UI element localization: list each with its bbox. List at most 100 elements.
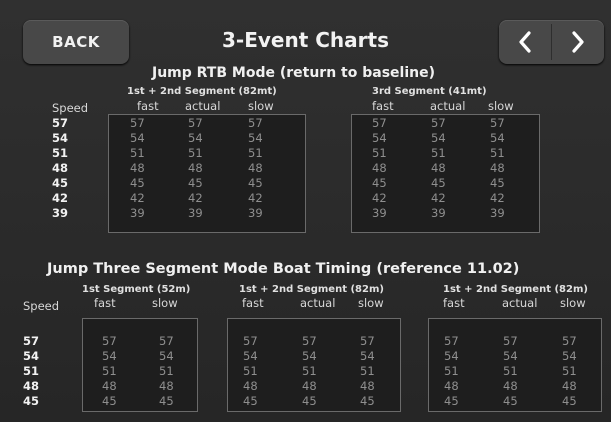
speed-value: 48	[52, 161, 69, 175]
rtb-t1-col-header: fast	[137, 99, 159, 113]
table-cell: 57	[360, 334, 375, 348]
table-cell: 57	[562, 334, 577, 348]
seg-t3-actual-column: 57 54 51 48 45	[503, 334, 518, 409]
rtb-t1-fast-column: 57 54 51 48 45 42 39	[130, 116, 145, 221]
rtb-speed-column: 57 54 51 48 45 42 39	[52, 116, 68, 221]
seg-table-3-label: 1st + 2nd Segment (82m)	[443, 284, 588, 295]
next-button[interactable]	[552, 20, 604, 64]
seg-table-2-label: 1st + 2nd Segment (82m)	[239, 284, 384, 295]
table-cell: 48	[130, 161, 145, 175]
table-cell: 57	[490, 116, 505, 130]
charts-screen: BACK 3-Event Charts Jump RTB Mode (retur…	[0, 0, 611, 422]
table-cell: 45	[562, 394, 577, 408]
table-cell: 48	[562, 379, 577, 393]
seg-t2-col-header: slow	[358, 296, 384, 310]
table-cell: 48	[360, 379, 375, 393]
table-cell: 45	[243, 394, 258, 408]
prev-button[interactable]	[499, 20, 551, 64]
table-cell: 42	[188, 191, 203, 205]
table-cell: 48	[444, 379, 459, 393]
speed-value: 45	[23, 394, 40, 408]
three-seg-section-title: Jump Three Segment Mode Boat Timing (ref…	[47, 261, 520, 277]
table-cell: 54	[562, 349, 577, 363]
table-cell: 54	[130, 131, 145, 145]
table-cell: 48	[372, 161, 387, 175]
table-cell: 51	[159, 364, 174, 378]
table-cell: 51	[490, 146, 505, 160]
speed-value: 54	[23, 349, 40, 363]
table-cell: 51	[372, 146, 387, 160]
table-cell: 48	[431, 161, 446, 175]
seg-speed-column: 57 54 51 48 45	[23, 334, 39, 409]
table-cell: 45	[444, 394, 459, 408]
seg-t1-col-header: slow	[152, 296, 178, 310]
chevron-right-icon	[572, 31, 584, 53]
table-cell: 57	[159, 334, 174, 348]
seg-t3-slow-column: 57 54 51 48 45	[562, 334, 577, 409]
table-cell: 42	[431, 191, 446, 205]
rtb-t1-actual-column: 57 54 51 48 45 42 39	[188, 116, 203, 221]
table-cell: 42	[130, 191, 145, 205]
table-cell: 39	[248, 206, 263, 220]
seg-t1-col-header: fast	[94, 296, 116, 310]
table-cell: 45	[248, 176, 263, 190]
seg-t3-col-header: actual	[502, 296, 538, 310]
seg-t3-col-header: slow	[560, 296, 586, 310]
table-cell: 51	[562, 364, 577, 378]
seg-t2-col-header: fast	[242, 296, 264, 310]
table-cell: 57	[302, 334, 317, 348]
seg-t3-fast-column: 57 54 51 48 45	[444, 334, 459, 409]
table-cell: 39	[372, 206, 387, 220]
table-cell: 39	[130, 206, 145, 220]
table-cell: 42	[248, 191, 263, 205]
table-cell: 39	[490, 206, 505, 220]
table-cell: 51	[188, 146, 203, 160]
table-cell: 51	[444, 364, 459, 378]
table-cell: 45	[503, 394, 518, 408]
table-cell: 54	[188, 131, 203, 145]
table-cell: 45	[431, 176, 446, 190]
table-cell: 51	[302, 364, 317, 378]
table-cell: 39	[188, 206, 203, 220]
table-cell: 48	[188, 161, 203, 175]
rtb-table-1-label: 1st + 2nd Segment (82mt)	[127, 86, 277, 97]
table-cell: 57	[243, 334, 258, 348]
table-cell: 51	[431, 146, 446, 160]
table-cell: 57	[503, 334, 518, 348]
rtb-t1-slow-column: 57 54 51 48 45 42 39	[248, 116, 263, 221]
table-cell: 57	[444, 334, 459, 348]
table-cell: 45	[159, 394, 174, 408]
table-cell: 54	[490, 131, 505, 145]
table-cell: 45	[130, 176, 145, 190]
table-cell: 48	[159, 379, 174, 393]
table-cell: 57	[372, 116, 387, 130]
speed-value: 48	[23, 379, 40, 393]
table-cell: 54	[102, 349, 117, 363]
table-cell: 54	[372, 131, 387, 145]
table-cell: 42	[372, 191, 387, 205]
table-cell: 51	[360, 364, 375, 378]
table-cell: 54	[360, 349, 375, 363]
speed-value: 39	[52, 206, 69, 220]
seg-table-1-label: 1st Segment (52m)	[82, 284, 191, 295]
table-cell: 57	[188, 116, 203, 130]
speed-value: 45	[52, 176, 69, 190]
speed-value: 51	[52, 146, 69, 160]
speed-value: 57	[52, 116, 69, 130]
table-cell: 48	[243, 379, 258, 393]
table-cell: 45	[302, 394, 317, 408]
page-nav	[499, 20, 604, 64]
table-cell: 45	[372, 176, 387, 190]
seg-t2-slow-column: 57 54 51 48 45	[360, 334, 375, 409]
rtb-t2-col-header: actual	[430, 99, 466, 113]
table-cell: 54	[302, 349, 317, 363]
rtb-t2-slow-column: 57 54 51 48 45 42 39	[490, 116, 505, 221]
rtb-table-2-label: 3rd Segment (41mt)	[372, 86, 487, 97]
rtb-t2-col-header: slow	[488, 99, 514, 113]
seg-t2-col-header: actual	[300, 296, 336, 310]
speed-value: 51	[23, 364, 40, 378]
table-cell: 42	[490, 191, 505, 205]
rtb-t2-fast-column: 57 54 51 48 45 42 39	[372, 116, 387, 221]
chevron-left-icon	[519, 31, 531, 53]
table-cell: 57	[431, 116, 446, 130]
